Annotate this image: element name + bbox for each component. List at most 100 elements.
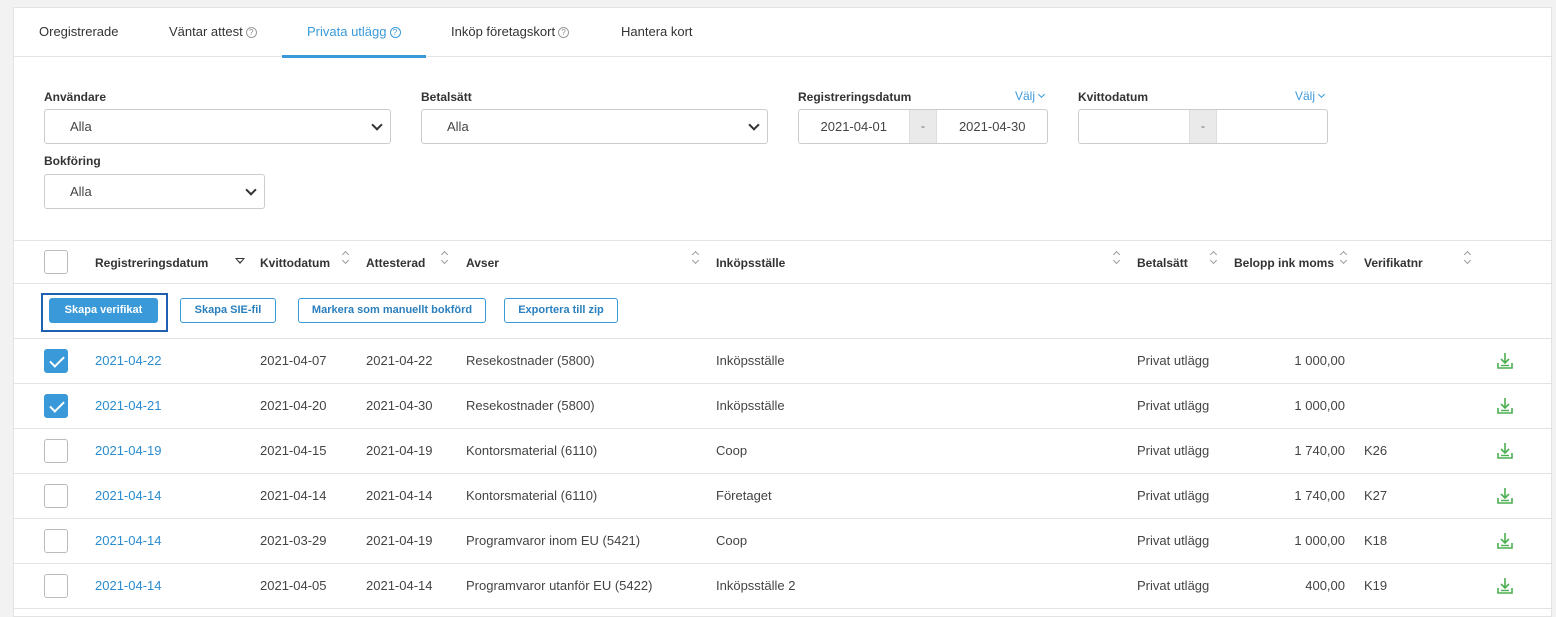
receiptdate-to-input[interactable] <box>1217 110 1327 143</box>
tab-label: Hantera kort <box>621 24 693 39</box>
tab-oregistrerade[interactable]: Oregistrerade <box>39 8 118 57</box>
tab-bar: Oregistrerade Väntar attest? Privata utl… <box>14 8 1551 58</box>
receiptdate-choose-link[interactable]: Välj <box>1295 89 1326 103</box>
amount-cell: 1 740,00 <box>1294 443 1345 458</box>
table-row: 2021-04-19 2021-04-15 2021-04-19 Kontors… <box>14 429 1551 474</box>
receiptdate-cell: 2021-04-05 <box>260 578 327 593</box>
regdate-link[interactable]: 2021-04-22 <box>95 353 162 368</box>
help-icon[interactable]: ? <box>245 27 257 38</box>
regarding-cell: Programvaror utanför EU (5422) <box>466 578 653 593</box>
download-icon[interactable] <box>1495 486 1515 506</box>
col-amount[interactable]: Belopp ink moms <box>1234 256 1334 270</box>
payment-filter-label: Betalsätt <box>421 90 472 104</box>
sort-icon[interactable] <box>342 252 350 266</box>
row-checkbox[interactable] <box>44 574 68 598</box>
payment-cell: Privat utlägg <box>1137 578 1210 593</box>
row-checkbox[interactable] <box>44 439 68 463</box>
download-icon[interactable] <box>1495 441 1515 461</box>
col-receiptdate[interactable]: Kvittodatum <box>260 256 330 270</box>
regdate-link[interactable]: 2021-04-14 <box>95 533 162 548</box>
regdate-link[interactable]: 2021-04-14 <box>95 578 162 593</box>
payment-cell: Privat utlägg <box>1137 398 1210 413</box>
payment-select-value: Alla <box>447 119 469 134</box>
attested-cell: 2021-04-22 <box>366 353 433 368</box>
sort-icon[interactable] <box>1464 252 1472 266</box>
mark-manual-button[interactable]: Markera som manuellt bokförd <box>298 298 486 323</box>
tab-inkop-foretagskort[interactable]: Inköp företagskort? <box>451 8 570 57</box>
col-regarding[interactable]: Avser <box>466 256 499 270</box>
store-cell: Inköpsställe <box>716 353 785 368</box>
table-row: 2021-04-14 2021-04-05 2021-04-14 Program… <box>14 564 1551 609</box>
receiptdate-from-input[interactable] <box>1079 110 1189 143</box>
amount-cell: 1 000,00 <box>1294 533 1345 548</box>
regdate-range: 2021-04-01 - 2021-04-30 <box>798 109 1048 144</box>
receiptdate-cell: 2021-04-07 <box>260 353 327 368</box>
help-icon[interactable]: ? <box>558 27 570 38</box>
export-zip-button[interactable]: Exportera till zip <box>504 298 618 323</box>
download-icon[interactable] <box>1495 396 1515 416</box>
create-voucher-button[interactable]: Skapa verifikat <box>49 298 158 323</box>
table-header: Registreringsdatum Kvittodatum Attestera… <box>14 240 1551 284</box>
payment-cell: Privat utlägg <box>1137 533 1210 548</box>
range-separator: - <box>908 110 938 143</box>
user-select[interactable]: Alla <box>44 109 391 144</box>
tab-vantar-attest[interactable]: Väntar attest? <box>169 8 257 57</box>
attested-cell: 2021-04-14 <box>366 488 433 503</box>
col-voucher[interactable]: Verifikatnr <box>1364 256 1423 270</box>
regarding-cell: Programvaror inom EU (5421) <box>466 533 641 548</box>
bulk-actions-bar: Skapa verifikat Skapa SIE-fil Markera so… <box>14 284 1551 339</box>
attested-cell: 2021-04-19 <box>366 443 433 458</box>
sort-icon[interactable] <box>1340 252 1348 266</box>
range-separator: - <box>1188 110 1218 143</box>
download-icon[interactable] <box>1495 351 1515 371</box>
tab-privata-utlagg[interactable]: Privata utlägg? <box>282 8 425 58</box>
amount-cell: 1 000,00 <box>1294 398 1345 413</box>
regdate-link[interactable]: 2021-04-14 <box>95 488 162 503</box>
row-checkbox[interactable] <box>44 394 68 418</box>
create-sie-button[interactable]: Skapa SIE-fil <box>180 298 276 323</box>
col-payment[interactable]: Betalsätt <box>1137 256 1188 270</box>
sort-icon[interactable] <box>692 252 700 266</box>
regdate-from-input[interactable]: 2021-04-01 <box>799 110 909 143</box>
tab-hantera-kort[interactable]: Hantera kort <box>621 8 693 57</box>
attested-cell: 2021-04-14 <box>366 578 433 593</box>
sort-icon[interactable] <box>1210 252 1218 266</box>
store-cell: Coop <box>716 533 748 548</box>
regdate-choose-link[interactable]: Välj <box>1015 89 1046 103</box>
regarding-cell: Kontorsmaterial (6110) <box>466 443 598 458</box>
payment-select[interactable]: Alla <box>421 109 768 144</box>
col-store[interactable]: Inköpsställe <box>716 256 785 270</box>
regdate-link[interactable]: 2021-04-21 <box>95 398 162 413</box>
table-row: 2021-04-21 2021-04-20 2021-04-30 Resekos… <box>14 384 1551 429</box>
regarding-cell: Kontorsmaterial (6110) <box>466 488 598 503</box>
regdate-link[interactable]: 2021-04-19 <box>95 443 162 458</box>
regdate-to-input[interactable]: 2021-04-30 <box>937 110 1047 143</box>
tab-label: Inköp företagskort <box>451 24 556 39</box>
expenses-panel: Oregistrerade Väntar attest? Privata utl… <box>13 7 1552 617</box>
select-all-checkbox[interactable] <box>44 250 68 274</box>
payment-cell: Privat utlägg <box>1137 443 1210 458</box>
col-regdate[interactable]: Registreringsdatum <box>95 256 208 270</box>
col-attested[interactable]: Attesterad <box>366 256 425 270</box>
sort-icon[interactable] <box>441 252 449 266</box>
regarding-cell: Resekostnader (5800) <box>466 398 595 413</box>
booking-filter-label: Bokföring <box>44 154 101 168</box>
chevron-down-icon <box>245 184 257 196</box>
store-cell: Företaget <box>716 488 772 503</box>
sort-desc-icon[interactable] <box>235 258 245 264</box>
chevron-down-icon <box>371 119 383 131</box>
voucher-cell: K19 <box>1364 578 1388 593</box>
row-checkbox[interactable] <box>44 529 68 553</box>
row-checkbox[interactable] <box>44 484 68 508</box>
sort-icon[interactable] <box>1113 252 1121 266</box>
row-checkbox[interactable] <box>44 349 68 373</box>
receiptdate-cell: 2021-04-15 <box>260 443 327 458</box>
help-icon[interactable]: ? <box>389 27 401 38</box>
chevron-down-icon <box>748 119 760 131</box>
attested-cell: 2021-04-19 <box>366 533 433 548</box>
booking-select-value: Alla <box>70 184 92 199</box>
download-icon[interactable] <box>1495 576 1515 596</box>
booking-select[interactable]: Alla <box>44 174 265 209</box>
download-icon[interactable] <box>1495 531 1515 551</box>
tab-label: Väntar attest <box>169 24 243 39</box>
